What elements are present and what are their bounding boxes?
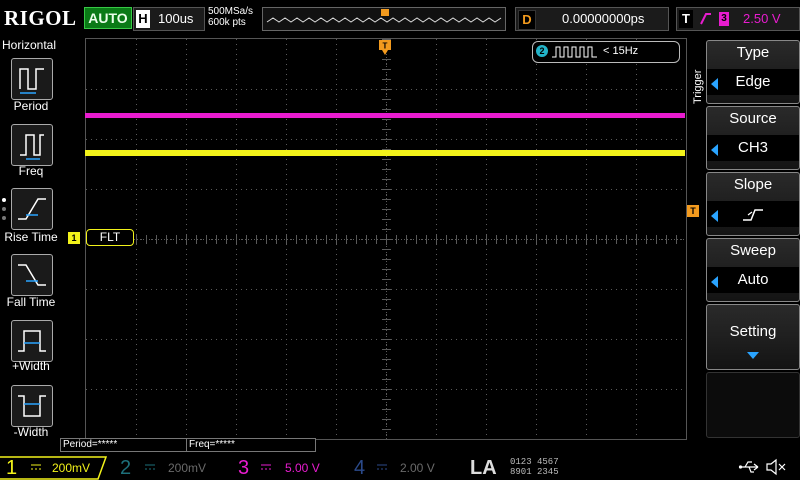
trigger-position-icon: T <box>379 40 391 55</box>
ch1-tab[interactable]: 1 200mV <box>0 456 108 480</box>
left-arrow-icon <box>711 276 718 288</box>
filter-label: FLT <box>86 229 134 246</box>
ch3-tab[interactable]: 3 5.00 V <box>230 456 346 480</box>
trigger-level-marker[interactable]: T <box>687 205 699 217</box>
ch2-scale: 200mV <box>168 461 207 475</box>
rise-time-label: Rise Time <box>4 230 58 244</box>
positive-width-label: +Width <box>12 359 50 373</box>
memory-depth: 600k pts <box>208 17 246 28</box>
freq-label: Freq <box>18 164 44 178</box>
trigger-source-head: Source <box>729 110 777 127</box>
la-channel-grid: 0123 4567 8901 2345 <box>510 457 559 477</box>
ch4-scale: 2.00 V <box>400 461 435 475</box>
speaker-mute-icon[interactable] <box>764 457 788 477</box>
left-arrow-icon <box>711 144 718 156</box>
delay-value: 0.00000000ps <box>562 11 645 26</box>
trigger-sweep-value: Auto <box>707 267 799 293</box>
la-label[interactable]: LA <box>470 456 497 480</box>
trigger-slope-head: Slope <box>733 176 773 193</box>
trigger-type-head: Type <box>736 44 770 61</box>
left-arrow-icon <box>711 78 718 90</box>
freq-channel-badge: 2 <box>536 45 548 57</box>
right-menu-title-vertical: Trigger <box>692 69 704 104</box>
ch4-number: 4 <box>354 457 366 479</box>
memory-waveform-overview <box>262 7 506 31</box>
negative-width-label: -Width <box>13 425 49 439</box>
trigger-slope-button[interactable]: Slope <box>706 172 800 236</box>
right-menu-title: Trigger <box>692 69 704 104</box>
period-label: Period <box>13 99 49 113</box>
negative-width-button[interactable] <box>11 385 53 427</box>
run-state-badge[interactable]: AUTO <box>84 7 132 29</box>
left-menu-title: Horizontal <box>2 38 57 52</box>
trigger-source-badge: 3 <box>719 12 729 26</box>
positive-width-button[interactable] <box>11 320 53 362</box>
freq-button[interactable] <box>11 124 53 166</box>
trigger-slope-value <box>707 201 799 227</box>
trigger-sweep-head: Sweep <box>730 242 776 259</box>
timebase-box[interactable]: H 100us <box>133 7 205 31</box>
timebase-value: 100us <box>158 11 194 26</box>
rise-time-button[interactable] <box>11 188 53 230</box>
svg-text:T: T <box>383 42 388 51</box>
trigger-type-value: Edge <box>707 69 799 95</box>
memory-waveform-icon <box>266 9 502 23</box>
square-wave-icon <box>552 46 597 58</box>
negative-width-icon <box>18 395 46 417</box>
rise-time-icon <box>18 198 46 220</box>
fall-time-icon <box>18 264 46 286</box>
dc-coupling-icon <box>261 464 271 470</box>
dc-coupling-icon <box>377 464 387 470</box>
empty-softkey[interactable] <box>706 372 800 438</box>
trigger-source-button[interactable]: Source CH3 <box>706 106 800 170</box>
trigger-type-button[interactable]: Type Edge <box>706 40 800 104</box>
freq-measurement: Freq=***** <box>186 438 316 452</box>
left-arrow-icon <box>711 210 718 222</box>
trigger-setting-button[interactable]: Setting <box>706 304 800 370</box>
frequency-icon <box>20 134 44 160</box>
la-row-2: 8901 2345 <box>510 467 559 477</box>
freq-value: < 15Hz <box>603 45 639 57</box>
ch4-tab[interactable]: 4 2.00 V <box>350 456 462 480</box>
trigger-source-value: CH3 <box>707 135 799 161</box>
rising-slope-icon <box>743 209 763 221</box>
positive-width-icon <box>18 330 46 352</box>
dc-coupling-icon <box>145 464 155 470</box>
dc-coupling-icon <box>31 464 41 470</box>
ch2-number: 2 <box>120 457 132 479</box>
period-measurement: Period=***** <box>60 438 188 452</box>
acquisition-info: 500MSa/s 600k pts <box>208 6 253 28</box>
trigger-sweep-button[interactable]: Sweep Auto <box>706 238 800 302</box>
fall-time-button[interactable] <box>11 254 53 296</box>
ch3-trace <box>85 113 685 118</box>
delay-label: D <box>518 10 536 30</box>
delay-box[interactable]: D 0.00000000ps <box>515 7 669 31</box>
period-button[interactable] <box>11 58 53 100</box>
brand-logo: RIGOL <box>4 6 77 30</box>
trigger-label: T <box>679 10 693 28</box>
usb-icon <box>738 461 759 473</box>
fall-time-label: Fall Time <box>6 295 56 309</box>
ch1-offset-marker[interactable]: 1 <box>68 232 80 244</box>
timebase-label: H <box>136 10 150 28</box>
rising-edge-icon <box>700 13 711 25</box>
ch1-scale: 200mV <box>52 461 91 475</box>
frequency-counter: 2 < 15Hz <box>532 41 680 63</box>
trigger-setting-head: Setting <box>729 323 777 340</box>
ch1-number: 1 <box>6 457 18 479</box>
ch2-tab[interactable]: 2 200mV <box>114 456 224 480</box>
ch1-trace <box>85 150 685 156</box>
trigger-status-box[interactable]: T 3 2.50 V <box>676 7 800 31</box>
la-row-1: 0123 4567 <box>510 457 559 467</box>
period-icon <box>19 68 44 94</box>
menu-page-indicator <box>2 198 6 228</box>
trigger-level-value: 2.50 V <box>743 11 781 26</box>
chevron-down-icon <box>747 352 759 359</box>
ch3-number: 3 <box>238 457 250 479</box>
ch3-scale: 5.00 V <box>285 461 320 475</box>
trigger-position-marker: T <box>379 40 391 61</box>
sample-rate: 500MSa/s <box>208 6 254 17</box>
graticule <box>86 39 687 440</box>
waveform-grid[interactable] <box>85 38 687 440</box>
